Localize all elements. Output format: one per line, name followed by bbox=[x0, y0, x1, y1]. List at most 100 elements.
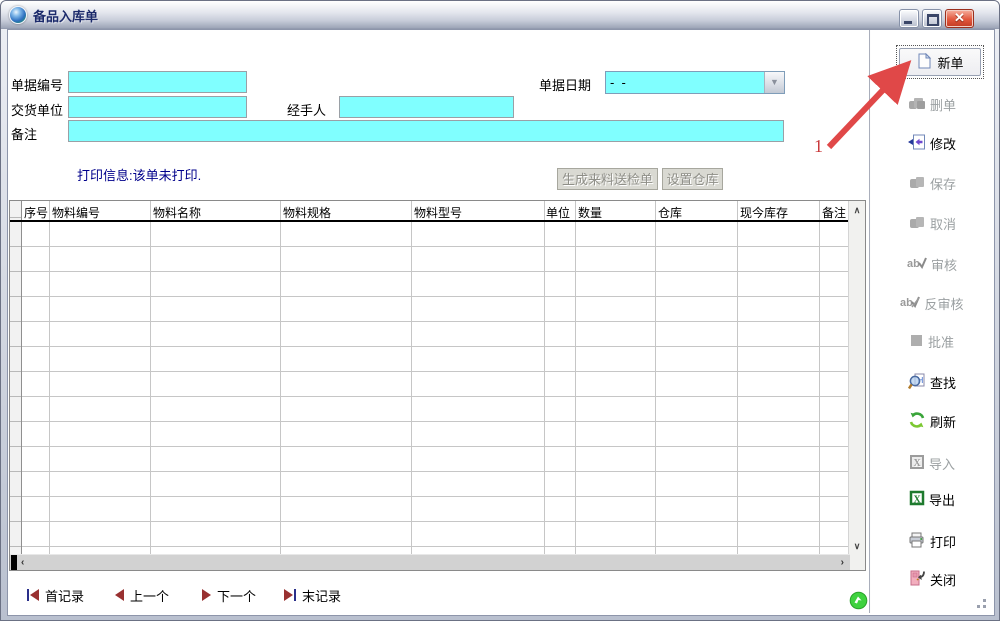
audit-icon: ab bbox=[907, 256, 927, 273]
approve-icon bbox=[910, 333, 924, 350]
close-button[interactable]: ✕ bbox=[945, 9, 974, 28]
approve-label: 批准 bbox=[928, 332, 954, 351]
import-label: 导入 bbox=[929, 454, 955, 473]
scroll-left-icon[interactable]: ‹ bbox=[21, 555, 24, 570]
handler-label: 经手人 bbox=[287, 100, 326, 119]
maximize-button[interactable] bbox=[922, 9, 942, 28]
modify-label: 修改 bbox=[930, 134, 956, 153]
save-icon bbox=[908, 174, 926, 193]
nav-next-label: 下一个 bbox=[217, 586, 256, 605]
nav-next-record[interactable]: 下一个 bbox=[202, 585, 256, 605]
resize-grip[interactable] bbox=[977, 605, 980, 608]
cancel-icon bbox=[908, 214, 926, 233]
handler-input[interactable] bbox=[339, 96, 514, 118]
scroll-right-icon[interactable]: › bbox=[841, 555, 844, 570]
nav-last-label: 末记录 bbox=[302, 586, 341, 605]
refresh-icon bbox=[908, 411, 926, 432]
import-excel-icon: X bbox=[909, 454, 925, 473]
find-label: 查找 bbox=[930, 373, 956, 392]
remark-label: 备注 bbox=[11, 124, 37, 143]
chevron-down-icon[interactable]: ▼ bbox=[764, 72, 784, 93]
doc-date-label: 单据日期 bbox=[539, 75, 591, 94]
print-button[interactable]: 打印 bbox=[873, 531, 991, 551]
next-record-icon bbox=[202, 589, 211, 601]
scroll-down-icon[interactable]: ∨ bbox=[849, 541, 865, 552]
minimize-icon bbox=[904, 21, 912, 24]
cancel-button[interactable]: 取消 bbox=[873, 213, 991, 233]
print-info-text: 打印信息:该单未打印. bbox=[77, 165, 201, 184]
col-header-warehouse: 仓库 bbox=[658, 204, 682, 221]
close-form-label: 关闭 bbox=[930, 570, 956, 589]
remark-input[interactable] bbox=[68, 120, 784, 142]
cancel-label: 取消 bbox=[930, 214, 956, 233]
unaudit-label: 反审核 bbox=[924, 294, 963, 313]
col-header-stock: 现今库存 bbox=[740, 204, 788, 221]
find-icon: H bbox=[908, 372, 926, 393]
first-record-icon bbox=[27, 589, 39, 601]
find-button[interactable]: H 查找 bbox=[873, 372, 991, 392]
table-rows bbox=[22, 222, 849, 555]
col-header-material-name: 物料名称 bbox=[153, 204, 201, 221]
annotation-step-number: 1 bbox=[814, 136, 823, 157]
nav-first-label: 首记录 bbox=[45, 586, 84, 605]
new-doc-icon bbox=[916, 53, 932, 72]
doc-no-input[interactable] bbox=[68, 71, 247, 93]
doc-date-input[interactable] bbox=[606, 72, 772, 93]
app-window: 备品入库单 ✕ 单据编号 单据日期 ▼ 交货单位 经手人 备注 打印信息:该单未… bbox=[0, 0, 1000, 621]
audit-button[interactable]: ab 审核 bbox=[873, 254, 991, 274]
svg-text:ab: ab bbox=[900, 297, 913, 309]
last-record-icon bbox=[284, 589, 296, 601]
close-icon: ✕ bbox=[946, 10, 973, 27]
close-form-button[interactable]: 关闭 bbox=[873, 569, 991, 589]
export-button[interactable]: X 导出 bbox=[873, 489, 991, 509]
nav-prev-label: 上一个 bbox=[130, 586, 169, 605]
sidebar-separator bbox=[869, 30, 870, 613]
col-header-material-model: 物料型号 bbox=[414, 204, 462, 221]
save-button[interactable]: 保存 bbox=[873, 173, 991, 193]
new-doc-button[interactable]: 新单 bbox=[896, 45, 984, 79]
modify-button[interactable]: 修改 bbox=[873, 133, 991, 153]
horizontal-scrollbar[interactable]: ‹ › bbox=[10, 554, 850, 570]
supplier-label: 交货单位 bbox=[11, 100, 63, 119]
vertical-scrollbar[interactable]: ∧ ∨ bbox=[848, 201, 865, 570]
maximize-icon bbox=[927, 14, 939, 26]
set-warehouse-button[interactable]: 设置仓库 bbox=[662, 168, 723, 190]
previous-record-icon bbox=[115, 589, 124, 601]
delete-doc-button[interactable]: 删单 bbox=[873, 94, 991, 114]
doc-date-combo[interactable]: ▼ bbox=[605, 71, 785, 94]
audit-label: 审核 bbox=[931, 255, 957, 274]
generate-inspection-button[interactable]: 生成来料送检单 bbox=[557, 168, 658, 190]
nav-previous-record[interactable]: 上一个 bbox=[115, 585, 169, 605]
col-header-material-spec: 物料规格 bbox=[283, 204, 331, 221]
modify-icon bbox=[908, 134, 926, 153]
export-excel-icon: X bbox=[909, 490, 925, 509]
export-label: 导出 bbox=[929, 490, 955, 509]
col-header-remark: 备注 bbox=[822, 204, 846, 221]
import-button[interactable]: X 导入 bbox=[873, 453, 991, 473]
col-header-seq: 序号 bbox=[24, 204, 48, 221]
save-label: 保存 bbox=[930, 174, 956, 193]
delete-doc-label: 删单 bbox=[930, 95, 956, 114]
title-bar[interactable]: 备品入库单 bbox=[1, 1, 999, 29]
resize-grip[interactable] bbox=[983, 599, 986, 602]
status-icon bbox=[849, 591, 868, 615]
refresh-button[interactable]: 刷新 bbox=[873, 411, 991, 431]
print-icon bbox=[908, 532, 926, 551]
col-header-material-code: 物料编号 bbox=[52, 204, 100, 221]
material-table[interactable]: 序号 物料编号 物料名称 物料规格 物料型号 单位 数量 仓库 现今库存 备注 … bbox=[9, 200, 866, 571]
new-doc-label: 新单 bbox=[937, 53, 963, 72]
approve-button[interactable]: 批准 bbox=[873, 331, 991, 351]
app-globe-icon bbox=[9, 6, 27, 24]
scroll-up-icon[interactable]: ∧ bbox=[849, 205, 865, 216]
print-label: 打印 bbox=[930, 532, 956, 551]
supplier-input[interactable] bbox=[68, 96, 247, 118]
unaudit-icon: ab bbox=[900, 295, 920, 312]
svg-text:X: X bbox=[913, 494, 921, 505]
nav-last-record[interactable]: 末记录 bbox=[284, 585, 341, 605]
svg-text:X: X bbox=[913, 458, 921, 469]
col-header-unit: 单位 bbox=[546, 204, 570, 221]
minimize-button[interactable] bbox=[899, 9, 919, 28]
resize-grip[interactable] bbox=[983, 605, 986, 608]
nav-first-record[interactable]: 首记录 bbox=[27, 585, 84, 605]
unaudit-button[interactable]: ab 反审核 bbox=[873, 293, 991, 313]
